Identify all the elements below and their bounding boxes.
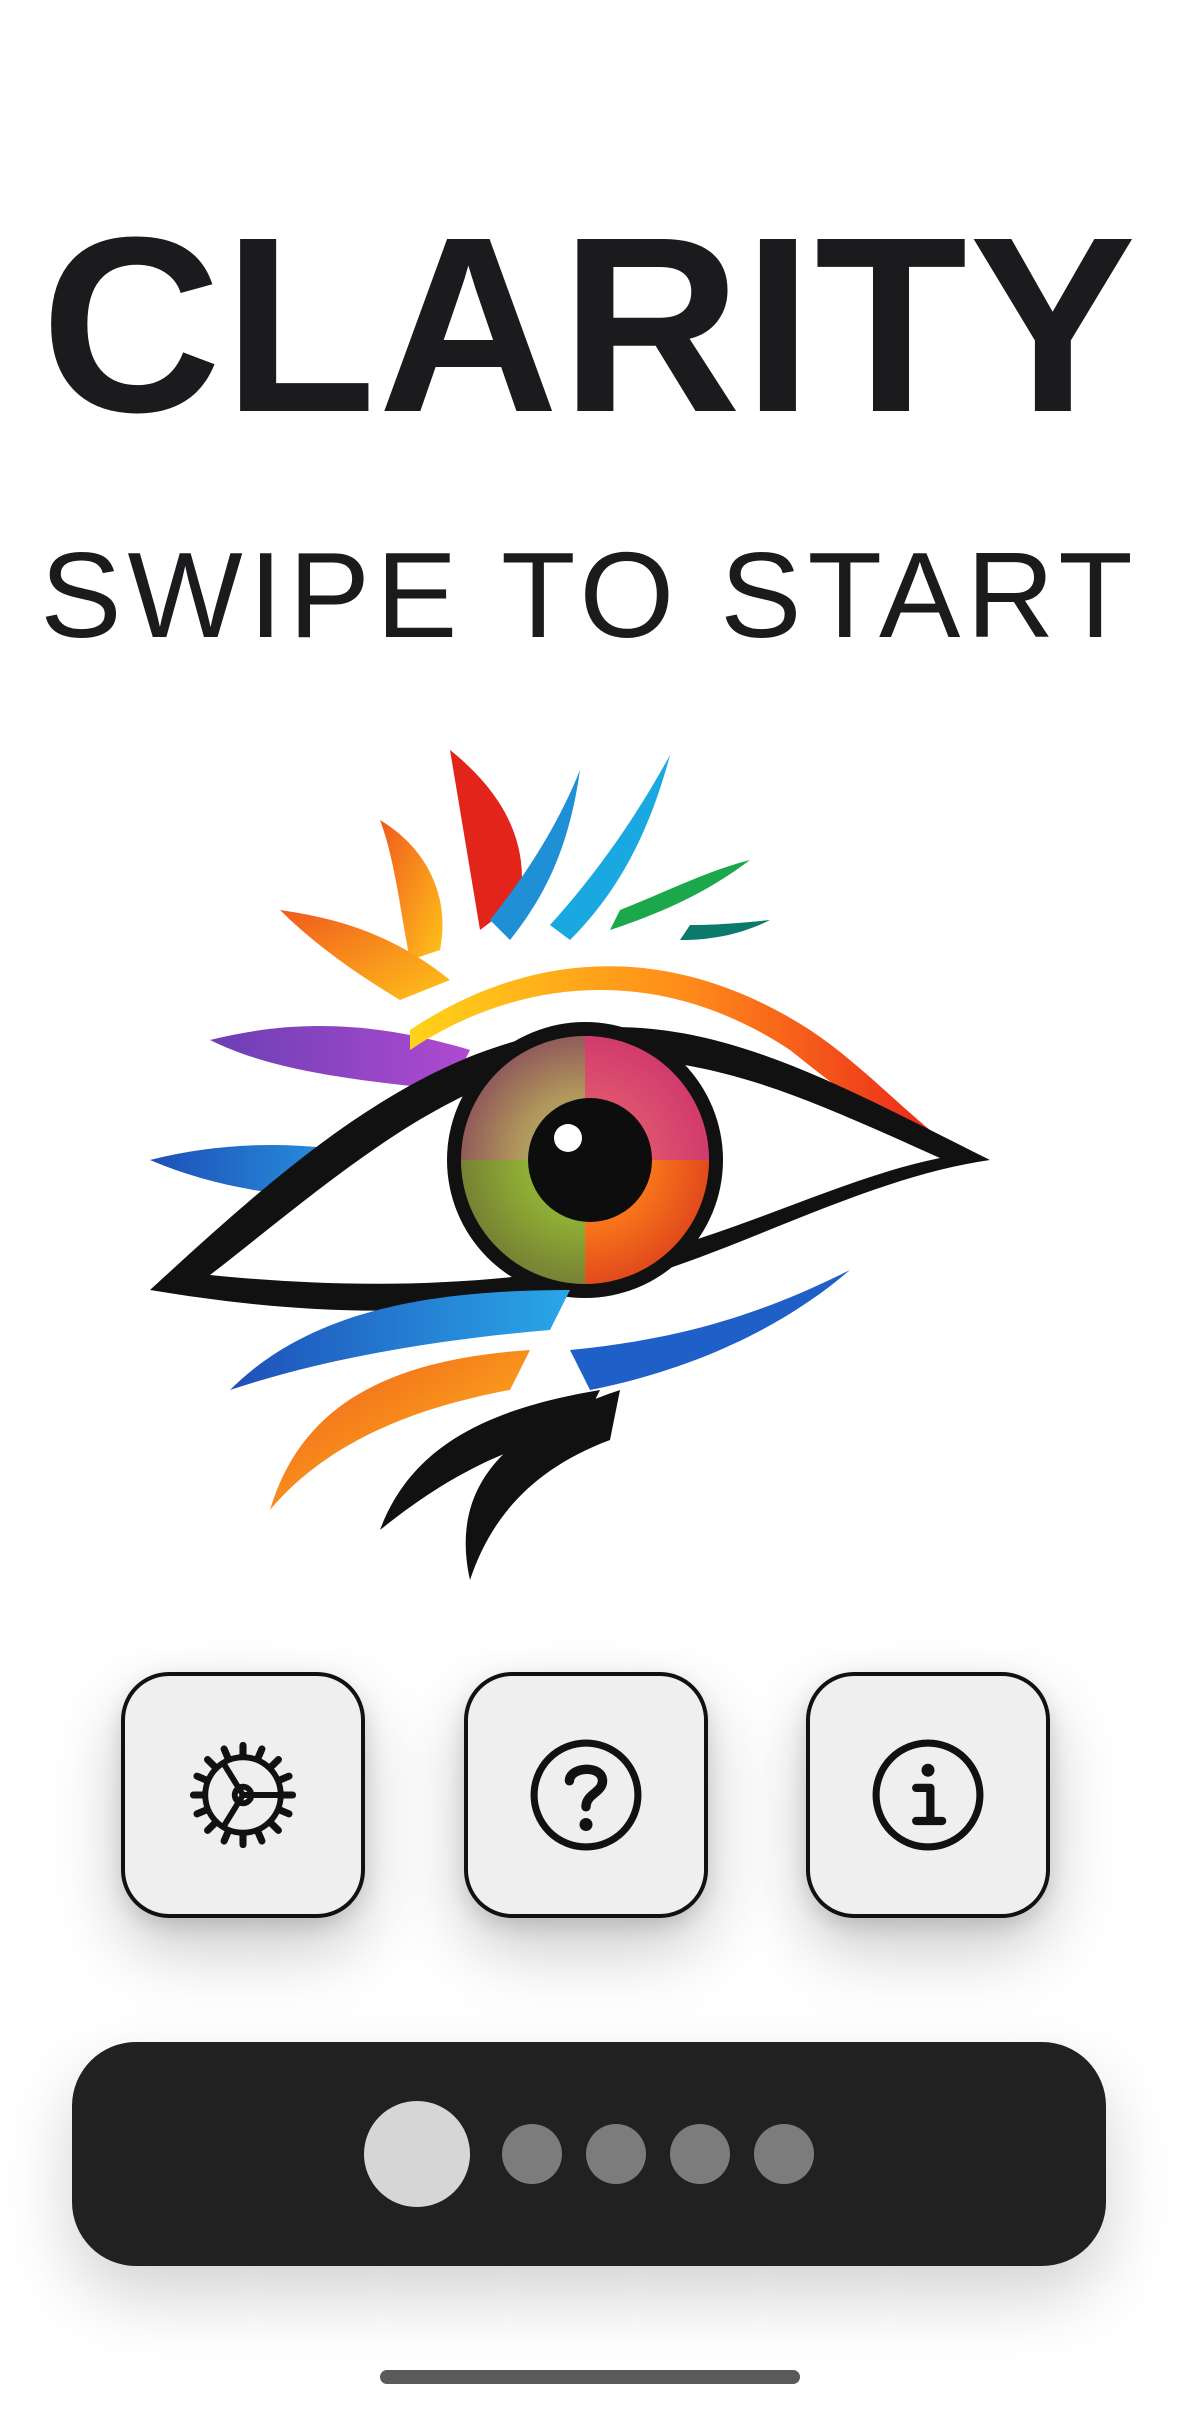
settings-button[interactable] <box>121 1672 365 1918</box>
page-dot[interactable] <box>586 2124 646 2184</box>
gear-icon <box>189 1741 297 1849</box>
page-dot[interactable] <box>670 2124 730 2184</box>
question-circle-icon <box>530 1739 642 1851</box>
page-indicator-bar[interactable] <box>72 2042 1106 2266</box>
info-circle-icon <box>872 1739 984 1851</box>
help-button[interactable] <box>464 1672 708 1918</box>
rainbow-eye-logo <box>150 750 1030 1580</box>
home-indicator[interactable] <box>380 2370 800 2384</box>
swipe-to-start-label: SWIPE TO START <box>40 527 1139 663</box>
app-title: CLARITY <box>40 185 1139 464</box>
page-dot[interactable] <box>502 2124 562 2184</box>
info-button[interactable] <box>806 1672 1050 1918</box>
page-dot[interactable] <box>754 2124 814 2184</box>
page-dot-active[interactable] <box>364 2101 470 2207</box>
